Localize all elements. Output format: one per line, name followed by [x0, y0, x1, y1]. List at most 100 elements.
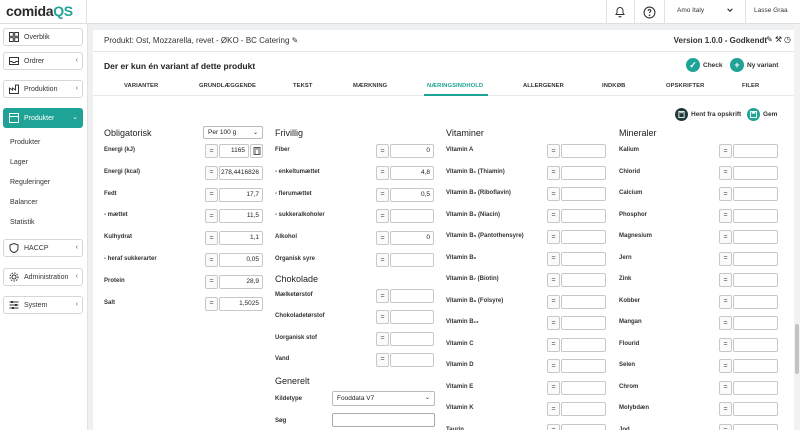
chevron-down-icon[interactable] — [726, 6, 734, 16]
equals-operator-button[interactable]: = — [719, 380, 732, 395]
calculator-icon[interactable] — [250, 144, 263, 158]
equals-operator-button[interactable]: = — [376, 289, 389, 303]
equals-operator-button[interactable]: = — [205, 253, 218, 267]
equals-operator-button[interactable]: = — [547, 187, 560, 201]
tools-icon[interactable]: ⚒ — [775, 35, 782, 44]
sidebar-item-ordrer[interactable]: Ordrer ‹ — [3, 52, 83, 70]
equals-operator-button[interactable]: = — [547, 251, 560, 266]
equals-operator-button[interactable]: = — [376, 331, 389, 346]
nutrient-value-input[interactable] — [561, 423, 606, 430]
equals-operator-button[interactable]: = — [719, 402, 732, 416]
pencil-icon[interactable]: ✎ — [292, 36, 299, 45]
sidebar-item-produktion[interactable]: Produktion ‹ — [3, 80, 83, 98]
nutrient-value-input[interactable] — [733, 208, 778, 223]
tab-naeringsindhold[interactable]: NÆRINGSINDHOLD — [427, 83, 483, 89]
equals-operator-button[interactable]: = — [547, 359, 560, 373]
equals-operator-button[interactable]: = — [719, 165, 732, 180]
equals-operator-button[interactable]: = — [547, 380, 560, 395]
equals-operator-button[interactable]: = — [376, 253, 389, 267]
equals-operator-button[interactable]: = — [205, 187, 218, 202]
nutrient-value-input[interactable] — [733, 316, 778, 330]
source-type-select[interactable]: Fooddata V7 ⌄ — [332, 391, 435, 406]
nutrient-value-input[interactable] — [561, 165, 606, 180]
nutrient-value-input[interactable] — [390, 352, 434, 367]
equals-operator-button[interactable]: = — [376, 187, 389, 202]
nutrient-value-input[interactable] — [733, 359, 778, 373]
nutrient-value-input[interactable] — [561, 359, 606, 373]
equals-operator-button[interactable]: = — [547, 165, 560, 180]
sidebar-item-produkter[interactable]: Produkter ⌄ — [3, 108, 83, 128]
nutrient-value-input[interactable] — [733, 230, 778, 244]
help-icon[interactable] — [641, 4, 657, 20]
nutrient-value-input[interactable] — [733, 380, 778, 395]
nutrient-value-input[interactable]: 1,1 — [219, 231, 263, 246]
sidebar-subitem-balancer[interactable]: Balancer — [10, 199, 38, 206]
equals-operator-button[interactable]: = — [719, 359, 732, 373]
equals-operator-button[interactable]: = — [547, 144, 560, 158]
nutrient-value-input[interactable] — [390, 289, 434, 303]
nutrient-value-input[interactable] — [390, 209, 434, 224]
nutrient-value-input[interactable] — [733, 251, 778, 266]
equals-operator-button[interactable]: = — [719, 316, 732, 330]
sidebar-subitem-produkter[interactable]: Produkter — [10, 139, 40, 146]
nutrient-value-input[interactable] — [733, 423, 778, 430]
nutrient-value-input[interactable] — [733, 273, 778, 287]
equals-operator-button[interactable]: = — [547, 316, 560, 330]
equals-operator-button[interactable]: = — [719, 423, 732, 430]
nutrient-value-input[interactable] — [733, 402, 778, 416]
nutrient-value-input[interactable] — [733, 294, 778, 309]
nutrient-value-input[interactable] — [561, 187, 606, 201]
equals-operator-button[interactable]: = — [376, 310, 389, 325]
company-selector[interactable]: Amo Italy — [677, 7, 704, 14]
nutrient-value-input[interactable] — [561, 316, 606, 330]
equals-operator-button[interactable]: = — [719, 294, 732, 309]
bell-icon[interactable] — [612, 4, 628, 20]
tab-grundlaeggende[interactable]: GRUNDLÆGGENDE — [199, 83, 256, 89]
equals-operator-button[interactable]: = — [547, 230, 560, 244]
nutrient-value-input[interactable]: 0 — [390, 231, 434, 246]
equals-operator-button[interactable]: = — [205, 144, 218, 158]
equals-operator-button[interactable]: = — [547, 273, 560, 287]
nutrient-value-input[interactable] — [390, 253, 434, 267]
nutrient-value-input[interactable] — [561, 144, 606, 158]
new-variant-button[interactable]: + Ny variant — [730, 58, 778, 72]
nutrient-value-input[interactable] — [390, 310, 434, 325]
unit-select[interactable]: Per 100 g ⌄ — [203, 126, 263, 139]
sidebar-item-system[interactable]: System ‹ — [3, 296, 83, 314]
equals-operator-button[interactable]: = — [719, 230, 732, 244]
nutrient-value-input[interactable] — [733, 187, 778, 201]
nutrient-value-input[interactable] — [561, 273, 606, 287]
save-button[interactable]: Gem — [747, 108, 777, 121]
nutrient-value-input[interactable] — [733, 337, 778, 352]
nutrient-value-input[interactable] — [561, 337, 606, 352]
nutrient-value-input[interactable]: 17,7 — [219, 187, 263, 202]
equals-operator-button[interactable]: = — [547, 208, 560, 223]
nutrient-value-input[interactable]: 1,5025 — [219, 296, 263, 311]
check-button[interactable]: ✓ Check — [686, 58, 723, 72]
sidebar-item-overblik[interactable]: Overblik — [3, 28, 83, 46]
equals-operator-button[interactable]: = — [547, 294, 560, 309]
equals-operator-button[interactable]: = — [376, 231, 389, 246]
equals-operator-button[interactable]: = — [205, 209, 218, 224]
user-menu[interactable]: Lasse Graa — [754, 7, 788, 14]
equals-operator-button[interactable]: = — [547, 423, 560, 430]
equals-operator-button[interactable]: = — [719, 144, 732, 158]
equals-operator-button[interactable]: = — [376, 209, 389, 224]
tab-tekst[interactable]: TEKST — [293, 83, 313, 89]
nutrient-value-input[interactable] — [561, 380, 606, 395]
nutrient-value-input[interactable]: 278,4416826 — [219, 165, 263, 180]
scrollbar-thumb[interactable] — [795, 324, 799, 374]
equals-operator-button[interactable]: = — [547, 337, 560, 352]
nutrient-value-input[interactable] — [733, 144, 778, 158]
tab-varianter[interactable]: VARIANTER — [124, 83, 158, 89]
history-icon[interactable]: ◷ — [784, 35, 791, 44]
equals-operator-button[interactable]: = — [376, 165, 389, 180]
nutrient-value-input[interactable]: 28,9 — [219, 274, 263, 289]
tab-indkoeb[interactable]: INDKØB — [602, 83, 625, 89]
nutrient-value-input[interactable]: 0,5 — [390, 187, 434, 202]
equals-operator-button[interactable]: = — [719, 273, 732, 287]
equals-operator-button[interactable]: = — [719, 251, 732, 266]
tab-opskrifter[interactable]: OPSKRIFTER — [666, 83, 704, 89]
nutrient-value-input[interactable]: 11,5 — [219, 209, 263, 224]
pencil-icon[interactable]: ✎ — [766, 35, 773, 44]
